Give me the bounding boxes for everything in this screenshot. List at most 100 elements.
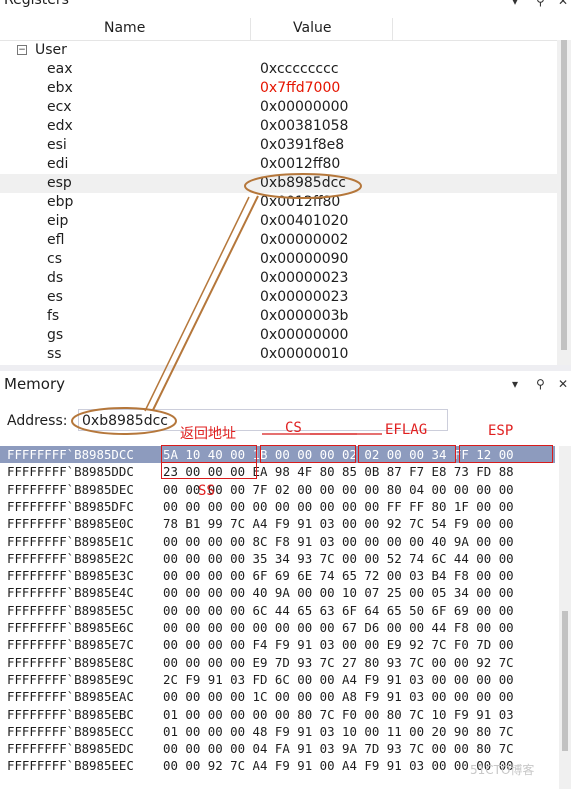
memory-row[interactable]: FFFFFFFF`B8985E6C 00 00 00 00 00 00 00 00… xyxy=(0,619,555,636)
register-row-esp[interactable]: esp 0xb8985dcc xyxy=(0,174,557,193)
register-value[interactable]: 0xcccccccc xyxy=(260,61,339,77)
memory-title: Memory xyxy=(4,375,66,393)
register-value[interactable]: 0x0391f8e8 xyxy=(260,137,344,153)
register-row-eax[interactable]: eax 0xcccccccc xyxy=(0,60,557,79)
annotation-cs: CS xyxy=(285,420,302,436)
collapse-icon[interactable]: − xyxy=(17,45,27,55)
memory-row[interactable]: FFFFFFFF`B8985E9C 2C F9 91 03 FD 6C 00 00… xyxy=(0,671,555,688)
register-value[interactable]: 0x00000023 xyxy=(260,270,348,286)
column-name[interactable]: Name xyxy=(104,20,145,36)
memory-bytes[interactable]: 00 00 00 00 F4 F9 91 03 00 00 E9 92 7C F… xyxy=(163,636,514,653)
memory-bytes[interactable]: 00 00 92 7C A4 F9 91 00 A4 F9 91 03 00 0… xyxy=(163,757,514,774)
register-row-fs[interactable]: fs 0x0000003b xyxy=(0,307,557,326)
memory-bytes[interactable]: 00 00 00 00 35 34 93 7C 00 00 52 74 6C 4… xyxy=(163,550,514,567)
memory-bytes[interactable]: 78 B1 99 7C A4 F9 91 03 00 00 92 7C 54 F… xyxy=(163,515,514,532)
memory-row[interactable]: FFFFFFFF`B8985DFC 00 00 00 00 00 00 00 00… xyxy=(0,498,555,515)
column-divider[interactable] xyxy=(250,18,251,40)
register-value[interactable]: 0x00000023 xyxy=(260,289,348,305)
memory-row[interactable]: FFFFFFFF`B8985E1C 00 00 00 00 8C F8 91 03… xyxy=(0,533,555,550)
memory-row[interactable]: FFFFFFFF`B8985E0C 78 B1 99 7C A4 F9 91 03… xyxy=(0,515,555,532)
memory-row[interactable]: FFFFFFFF`B8985E8C 00 00 00 00 E9 7D 93 7C… xyxy=(0,654,555,671)
scroll-thumb[interactable] xyxy=(561,40,567,350)
memory-address: FFFFFFFF`B8985ECC xyxy=(7,723,134,739)
registers-title: Registers xyxy=(4,0,69,8)
register-value[interactable]: 0x0012ff80 xyxy=(260,194,340,210)
register-row-ebx[interactable]: ebx 0x7ffd7000 xyxy=(0,79,557,98)
memory-address: FFFFFFFF`B8985DDC xyxy=(7,464,134,480)
register-row-edx[interactable]: edx 0x00381058 xyxy=(0,117,557,136)
memory-row[interactable]: FFFFFFFF`B8985E3C 00 00 00 00 6F 69 6E 74… xyxy=(0,567,555,584)
registers-scrollbar[interactable] xyxy=(557,40,571,365)
register-group-user[interactable]: − User xyxy=(0,41,557,60)
memory-address: FFFFFFFF`B8985EEC xyxy=(7,758,134,774)
register-name: efl xyxy=(47,232,65,248)
memory-scrollbar[interactable] xyxy=(559,446,571,789)
memory-bytes[interactable]: 01 00 00 00 48 F9 91 03 10 00 11 00 20 9… xyxy=(163,723,514,740)
pin-icon[interactable]: ⚲ xyxy=(536,0,545,8)
memory-bytes[interactable]: 00 00 00 00 6C 44 65 63 6F 64 65 50 6F 6… xyxy=(163,602,514,619)
register-row-ecx[interactable]: ecx 0x00000000 xyxy=(0,98,557,117)
register-value[interactable]: 0x7ffd7000 xyxy=(260,80,340,96)
annotation-box-ss xyxy=(161,462,257,479)
memory-address: FFFFFFFF`B8985E4C xyxy=(7,585,134,601)
memory-row[interactable]: FFFFFFFF`B8985DEC 00 00 00 00 7F 02 00 00… xyxy=(0,481,555,498)
memory-bytes[interactable]: 00 00 00 00 1C 00 00 00 A8 F9 91 03 00 0… xyxy=(163,688,514,705)
register-value[interactable]: 0x00000002 xyxy=(260,232,348,248)
pin-icon[interactable]: ⚲ xyxy=(536,377,545,391)
memory-bytes[interactable]: 00 00 00 00 6F 69 6E 74 65 72 00 03 B4 F… xyxy=(163,567,514,584)
register-row-es[interactable]: es 0x00000023 xyxy=(0,288,557,307)
register-row-edi[interactable]: edi 0x0012ff80 xyxy=(0,155,557,174)
memory-bytes[interactable]: 00 00 00 00 E9 7D 93 7C 27 80 93 7C 00 0… xyxy=(163,654,514,671)
memory-row[interactable]: FFFFFFFF`B8985E7C 00 00 00 00 F4 F9 91 03… xyxy=(0,636,555,653)
register-value[interactable]: 0x00000000 xyxy=(260,99,348,115)
register-value[interactable]: 0x00000000 xyxy=(260,327,348,343)
register-name: cs xyxy=(47,251,62,267)
register-name: eip xyxy=(47,213,69,229)
memory-bytes[interactable]: 00 00 00 00 04 FA 91 03 9A 7D 93 7C 00 0… xyxy=(163,740,514,757)
register-row-ss[interactable]: ss 0x00000010 xyxy=(0,345,557,364)
register-value[interactable]: 0xb8985dcc xyxy=(260,175,346,191)
memory-row[interactable]: FFFFFFFF`B8985DDC 23 00 00 00 EA 98 4F 80… xyxy=(0,463,555,480)
memory-bytes[interactable]: 00 00 00 00 00 00 00 00 00 00 FF FF 80 1… xyxy=(163,498,514,515)
memory-row[interactable]: FFFFFFFF`B8985E2C 00 00 00 00 35 34 93 7C… xyxy=(0,550,555,567)
register-value[interactable]: 0x0012ff80 xyxy=(260,156,340,172)
memory-bytes[interactable]: 2C F9 91 03 FD 6C 00 00 A4 F9 91 03 00 0… xyxy=(163,671,514,688)
column-value[interactable]: Value xyxy=(293,20,331,36)
memory-row[interactable]: FFFFFFFF`B8985EDC 00 00 00 00 04 FA 91 03… xyxy=(0,740,555,757)
column-divider[interactable] xyxy=(392,18,393,40)
dropdown-icon[interactable]: ▾ xyxy=(512,0,518,8)
memory-address: FFFFFFFF`B8985E5C xyxy=(7,602,134,618)
register-row-cs[interactable]: cs 0x00000090 xyxy=(0,250,557,269)
memory-row[interactable]: FFFFFFFF`B8985E4C 00 00 00 00 40 9A 00 00… xyxy=(0,584,555,601)
scroll-thumb[interactable] xyxy=(562,611,568,751)
registers-panel: Registers ▾ ⚲ ✕ Name Value − User eax 0xc… xyxy=(0,0,571,365)
register-row-ebp[interactable]: ebp 0x0012ff80 xyxy=(0,193,557,212)
memory-bytes[interactable]: 00 00 00 00 8C F8 91 03 00 00 00 00 40 9… xyxy=(163,533,514,550)
memory-bytes[interactable]: 01 00 00 00 00 00 80 7C F0 00 80 7C 10 F… xyxy=(163,706,514,723)
memory-row[interactable]: FFFFFFFF`B8985ECC 01 00 00 00 48 F9 91 03… xyxy=(0,723,555,740)
register-name: edi xyxy=(47,156,69,172)
register-value[interactable]: 0x00000010 xyxy=(260,346,348,362)
memory-address: FFFFFFFF`B8985DEC xyxy=(7,481,134,497)
register-value[interactable]: 0x00401020 xyxy=(260,213,348,229)
register-row-efl[interactable]: efl 0x00000002 xyxy=(0,231,557,250)
register-row-esi[interactable]: esi 0x0391f8e8 xyxy=(0,136,557,155)
memory-bytes[interactable]: 00 00 00 00 40 9A 00 00 10 07 25 00 05 3… xyxy=(163,584,514,601)
register-name: ebp xyxy=(47,194,74,210)
register-value[interactable]: 0x0000003b xyxy=(260,308,348,324)
memory-row[interactable]: FFFFFFFF`B8985EBC 01 00 00 00 00 00 80 7C… xyxy=(0,706,555,723)
memory-bytes[interactable]: 00 00 00 00 00 00 00 00 67 D6 00 00 44 F… xyxy=(163,619,514,636)
register-row-eip[interactable]: eip 0x00401020 xyxy=(0,212,557,231)
register-row-gs[interactable]: gs 0x00000000 xyxy=(0,326,557,345)
watermark: 51CTO博客 xyxy=(470,763,535,777)
memory-row[interactable]: FFFFFFFF`B8985EAC 00 00 00 00 1C 00 00 00… xyxy=(0,688,555,705)
register-value[interactable]: 0x00000090 xyxy=(260,251,348,267)
annotation-box-return-address xyxy=(161,445,257,463)
register-row-ds[interactable]: ds 0x00000023 xyxy=(0,269,557,288)
dropdown-icon[interactable]: ▾ xyxy=(512,377,518,391)
register-value[interactable]: 0x00381058 xyxy=(260,118,348,134)
close-icon[interactable]: ✕ xyxy=(558,0,568,8)
close-icon[interactable]: ✕ xyxy=(558,377,568,391)
memory-bytes[interactable]: 00 00 00 00 7F 02 00 00 00 00 80 04 00 0… xyxy=(163,481,514,498)
memory-row[interactable]: FFFFFFFF`B8985E5C 00 00 00 00 6C 44 65 63… xyxy=(0,602,555,619)
